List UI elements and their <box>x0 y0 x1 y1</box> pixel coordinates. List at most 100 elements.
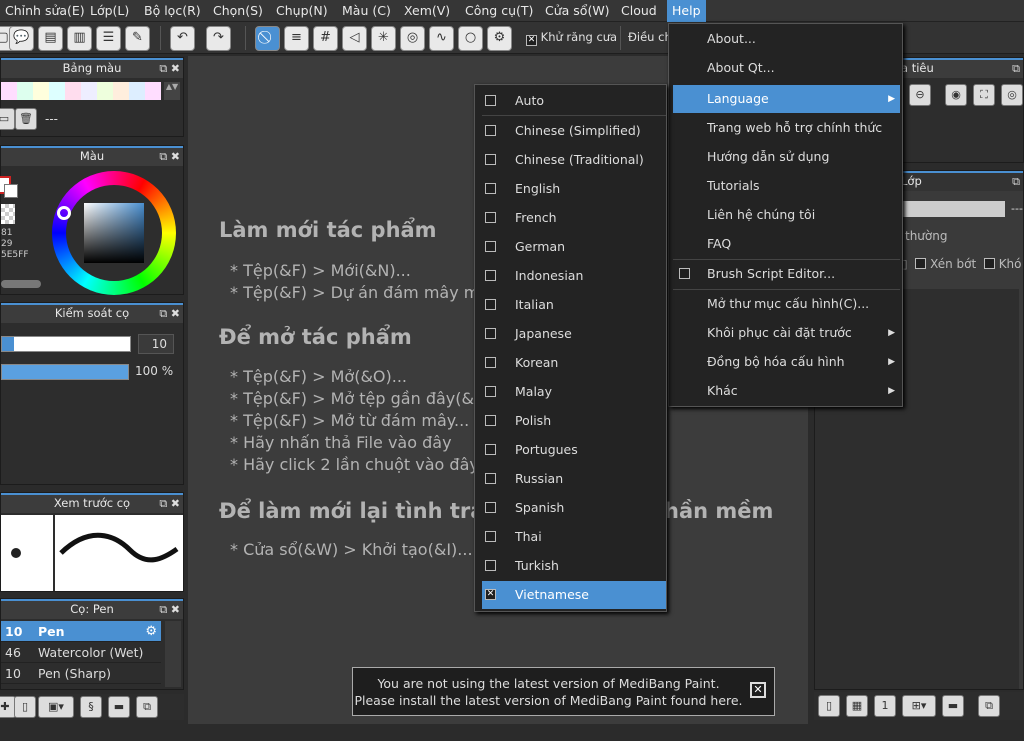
add-layer-dropdown-icon[interactable]: ⊞▾ <box>902 695 936 717</box>
language-item-french[interactable]: French <box>482 206 666 230</box>
hue-wheel[interactable] <box>52 171 176 295</box>
brush-row-pen[interactable]: 10 Pen ⚙ <box>1 621 161 642</box>
brush-size-slider[interactable] <box>1 336 131 352</box>
brush-opacity-slider[interactable] <box>1 364 129 380</box>
language-item-vietnamese[interactable]: ✕ Vietnamese <box>482 581 666 609</box>
perspective-snap-icon[interactable]: ◁ <box>342 26 367 51</box>
gear-icon[interactable]: ⚙ <box>145 621 157 642</box>
new-halftone-layer-icon[interactable]: ▦ <box>846 695 868 717</box>
comment-icon[interactable]: ▤ <box>38 26 63 51</box>
speech-bubble-icon[interactable]: 💬 <box>9 26 34 51</box>
menu-select[interactable]: Chọn(S) <box>208 0 268 22</box>
brush-size-value[interactable]: 10 <box>138 334 174 354</box>
help-item-about[interactable]: About... <box>673 26 900 52</box>
hue-handle[interactable] <box>57 206 71 220</box>
help-item-tutorials[interactable]: Tutorials <box>673 173 900 199</box>
brush-script-checkbox[interactable] <box>679 268 690 279</box>
blend-mode-select[interactable]: thường <box>905 229 947 243</box>
panel-controls-icon[interactable]: ⧉ ✖ <box>159 601 180 618</box>
brush-row-watercolor[interactable]: 46 Watercolor (Wet) <box>1 642 161 663</box>
help-item-language[interactable]: Language ▶ <box>673 85 900 113</box>
menu-capture[interactable]: Chụp(N) <box>271 0 333 22</box>
language-item-russian[interactable]: Russian <box>482 467 666 491</box>
menu-window[interactable]: Cửa sổ(W) <box>540 0 615 22</box>
palette-scroll-icon[interactable]: ▲▼ <box>164 82 180 100</box>
help-item-support-site[interactable]: Trang web hỗ trợ chính thức <box>673 115 900 141</box>
trash-icon[interactable]: 🗑 <box>15 108 37 130</box>
grid-snap-icon[interactable]: # <box>313 26 338 51</box>
saturation-value-square[interactable] <box>84 203 144 263</box>
menu-help[interactable]: Help <box>667 0 706 22</box>
new-file-icon[interactable]: ▯ <box>14 696 36 718</box>
language-item-chinese-traditional[interactable]: Chinese (Traditional) <box>482 148 666 172</box>
language-item-portugues[interactable]: Portugues <box>482 438 666 462</box>
language-item-english[interactable]: English <box>482 177 666 201</box>
duplicate-icon[interactable]: ⧉ <box>136 696 158 718</box>
clipping-checkbox[interactable] <box>915 258 927 269</box>
help-item-about-qt[interactable]: About Qt... <box>673 55 900 81</box>
help-item-open-config-folder[interactable]: Mở thư mục cấu hình(C)... <box>673 291 900 317</box>
language-item-spanish[interactable]: Spanish <box>482 496 666 520</box>
antialias-checkbox[interactable]: ✕ <box>526 35 537 46</box>
menu-layer[interactable]: Lớp(L) <box>85 0 134 22</box>
language-item-indonesian[interactable]: Indonesian <box>482 264 666 288</box>
color-mode-tabs[interactable] <box>1 280 41 288</box>
menu-color[interactable]: Màu (C) <box>337 0 396 22</box>
protect-checkbox[interactable] <box>983 258 995 269</box>
panel-controls-icon[interactable]: ⧉ ✖ <box>159 305 180 322</box>
edit-icon[interactable]: ✎ <box>125 26 150 51</box>
no-snap-icon[interactable]: ⃠ <box>255 26 280 51</box>
help-item-brush-script-editor[interactable]: Brush Script Editor... <box>673 261 900 287</box>
language-item-chinese-simplified[interactable]: Chinese (Simplified) <box>482 119 666 143</box>
menu-edit[interactable]: Chỉnh sửa(E) <box>0 0 90 22</box>
menu-cloud[interactable]: Cloud <box>616 0 662 22</box>
language-item-malay[interactable]: Malay <box>482 380 666 404</box>
help-item-contact[interactable]: Liên hệ chúng tôi <box>673 202 900 228</box>
language-item-turkish[interactable]: Turkish <box>482 554 666 578</box>
undo-icon[interactable]: ↶ <box>170 26 195 51</box>
script-icon[interactable]: § <box>80 696 102 718</box>
secondary-color-swatch[interactable] <box>4 184 18 198</box>
folder-icon[interactable]: ▭ <box>0 108 15 130</box>
new-layer-icon[interactable]: ▯ <box>818 695 840 717</box>
language-item-auto[interactable]: Auto <box>482 89 666 113</box>
layer-opacity-slider[interactable] <box>903 201 1005 217</box>
panel-controls-icon[interactable]: ⧉ ✖ <box>159 495 180 512</box>
panel-controls-icon[interactable]: ⧉ ✖ <box>159 148 180 165</box>
document-icon[interactable]: ▥ <box>67 26 92 51</box>
help-item-faq[interactable]: FAQ <box>673 231 900 257</box>
reset-view-icon[interactable]: ◎ <box>1001 84 1023 106</box>
help-item-user-guide[interactable]: Hướng dẫn sử dụng <box>673 144 900 170</box>
redo-icon[interactable]: ↷ <box>206 26 231 51</box>
zoom-out-icon[interactable]: ⊖ <box>909 84 931 106</box>
list-icon[interactable]: ☰ <box>96 26 121 51</box>
rotate-icon[interactable]: ◉ <box>945 84 967 106</box>
new-1bit-layer-icon[interactable]: 1 <box>874 695 896 717</box>
language-item-japanese[interactable]: Japanese <box>482 322 666 346</box>
language-item-thai[interactable]: Thai <box>482 525 666 549</box>
help-item-restore-settings[interactable]: Khôi phục cài đặt trước ▶ <box>673 320 900 346</box>
duplicate-layer-icon[interactable]: ⧉ <box>978 695 1000 717</box>
antialias-toggle[interactable]: ✕ Khử răng cưa <box>526 30 617 46</box>
language-item-italian[interactable]: Italian <box>482 293 666 317</box>
panel-controls-icon[interactable]: ⧉ ✖ <box>159 60 180 77</box>
concentric-snap-icon[interactable]: ◎ <box>400 26 425 51</box>
add-brush-dropdown-icon[interactable]: ▣▾ <box>38 696 74 718</box>
menu-filter[interactable]: Bộ lọc(R) <box>139 0 206 22</box>
radial-snap-icon[interactable]: ✳ <box>371 26 396 51</box>
gear-icon[interactable]: ⚙ <box>487 26 512 51</box>
fit-screen-icon[interactable]: ⛶ <box>973 84 995 106</box>
transparent-swatch[interactable] <box>1 204 15 224</box>
language-item-korean[interactable]: Korean <box>482 351 666 375</box>
help-item-sync-settings[interactable]: Đồng bộ hóa cấu hình ▶ <box>673 349 900 375</box>
menu-view[interactable]: Xem(V) <box>399 0 455 22</box>
panel-controls-icon[interactable]: ⧉ <box>1012 173 1020 190</box>
help-item-other[interactable]: Khác ▶ <box>673 378 900 404</box>
brush-row-pen-sharp[interactable]: 10 Pen (Sharp) <box>1 663 161 684</box>
language-item-polish[interactable]: Polish <box>482 409 666 433</box>
circle-snap-icon[interactable]: ○ <box>458 26 483 51</box>
folder-icon[interactable]: ▬ <box>942 695 964 717</box>
folder-icon[interactable]: ▬ <box>108 696 130 718</box>
panel-controls-icon[interactable]: ⧉ <box>1012 60 1020 77</box>
parallel-snap-icon[interactable]: ≡ <box>284 26 309 51</box>
